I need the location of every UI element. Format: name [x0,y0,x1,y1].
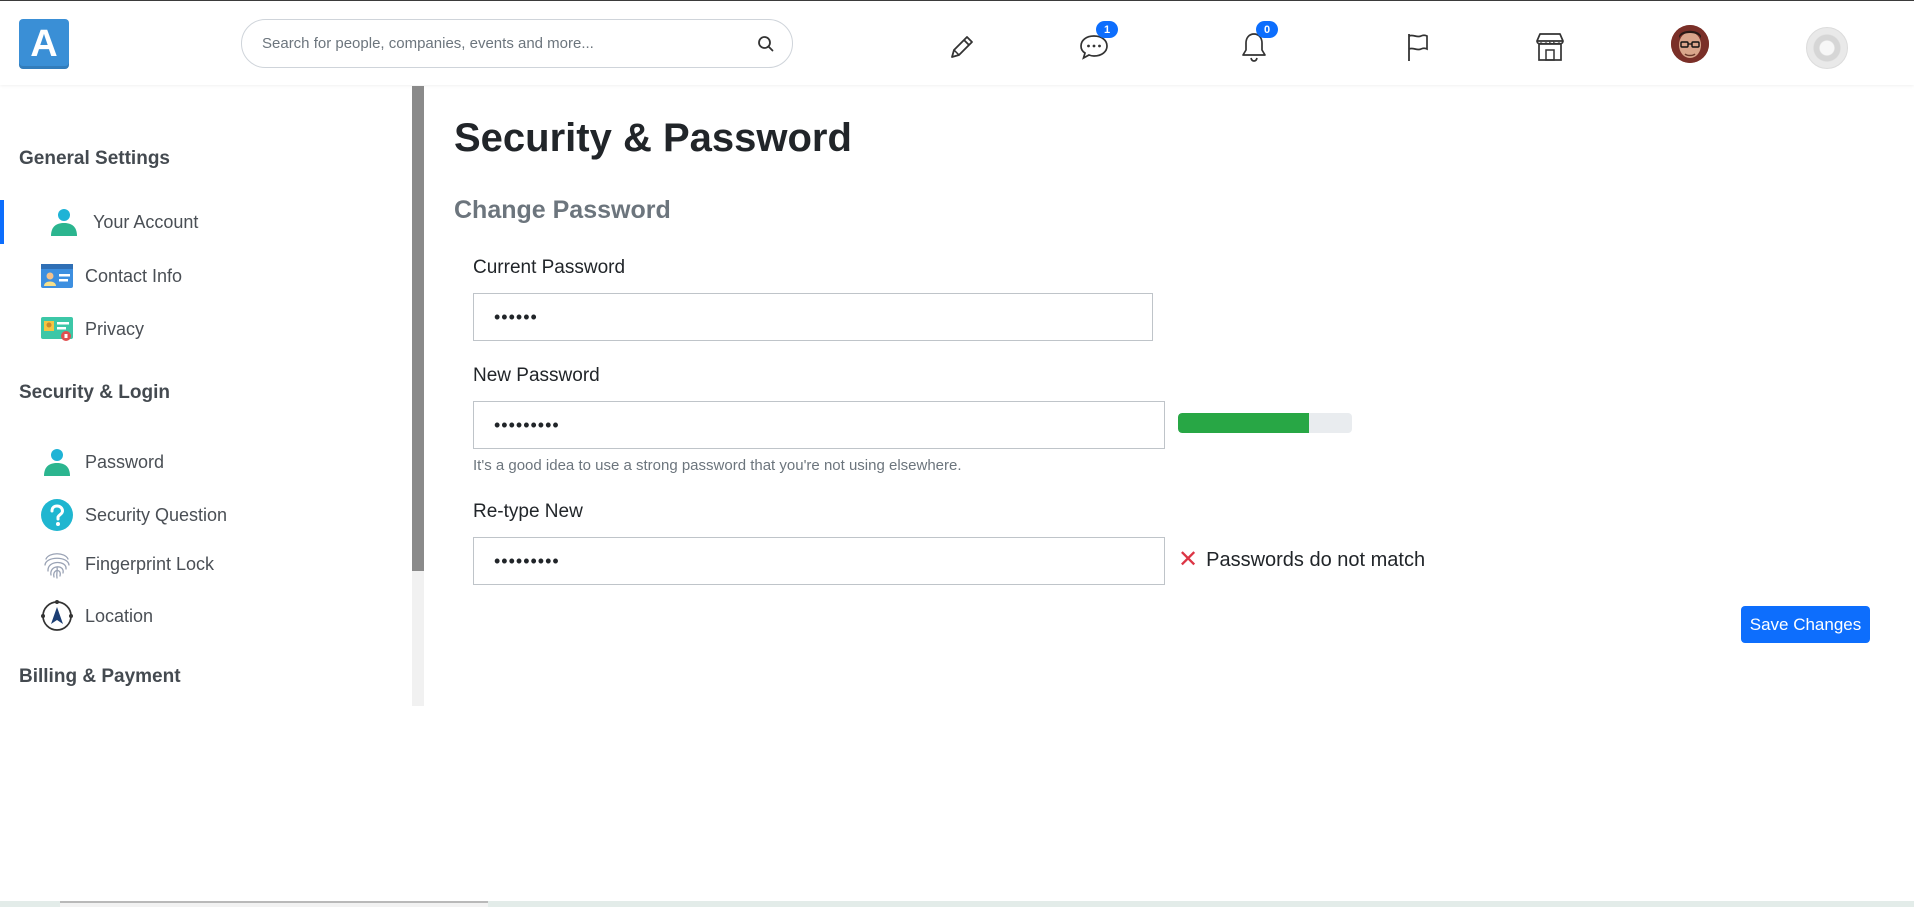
contact-card-icon [40,259,74,293]
sidebar-item-label: Password [85,451,165,472]
fingerprint-icon [40,547,74,581]
retype-password-input[interactable] [473,537,1165,585]
logo-letter: A [30,22,58,65]
sidebar-item-label: Security Question [85,504,228,525]
sidebar-scrollbar-thumb[interactable] [412,86,424,571]
section-title-security-login: Security & Login [19,382,170,403]
sidebar-item-label: Your Account [93,211,199,232]
messages-nav-button[interactable]: 1 [1074,21,1118,67]
notifications-badge: 0 [1256,21,1278,38]
flag-nav-button[interactable] [1397,27,1437,67]
new-password-label: New Password [473,365,600,386]
notifications-nav-button[interactable]: 0 [1234,21,1278,67]
sidebar-item-label: Location [85,605,154,626]
bottom-edge-tab [60,901,488,907]
marketplace-nav-button[interactable] [1530,27,1570,67]
top-navbar: A 1 0 [0,1,1914,85]
user-icon [47,205,81,239]
messages-badge: 1 [1096,21,1118,38]
password-mismatch-message: ✕ Passwords do not match [1178,548,1425,572]
compose-nav-button[interactable] [942,27,982,67]
flag-icon [1408,34,1428,61]
sidebar-item-label: Contact Info [85,265,183,286]
sidebar-item-password[interactable]: Password [0,440,400,484]
store-icon [1536,33,1564,61]
pencil-icon [951,36,973,58]
sidebar-item-location[interactable]: Location [0,594,400,638]
user-avatar[interactable] [1671,25,1709,63]
new-password-input[interactable] [473,401,1165,449]
settings-sidebar: General Settings Your Account Contact In… [0,86,412,706]
page-title: Security & Password [454,116,852,160]
location-compass-icon [40,599,74,633]
user-icon [40,445,74,479]
password-strength-meter [1178,413,1352,433]
sidebar-item-privacy[interactable]: Privacy [0,307,400,351]
search-icon[interactable] [756,34,776,54]
password-strength-fill [1178,413,1309,433]
sidebar-item-your-account[interactable]: Your Account [0,200,400,244]
retype-password-label: Re-type New [473,501,583,522]
current-password-input[interactable] [473,293,1153,341]
sidebar-item-label: Fingerprint Lock [85,553,215,574]
password-hint: It's a good idea to use a strong passwor… [473,457,962,474]
current-password-label: Current Password [473,257,626,278]
account-menu-avatar[interactable] [1806,27,1848,69]
save-changes-button[interactable]: Save Changes [1741,606,1870,643]
mismatch-text: Passwords do not match [1206,548,1426,571]
error-x-icon: ✕ [1178,546,1199,573]
id-card-icon [40,312,74,346]
sidebar-item-fingerprint-lock[interactable]: Fingerprint Lock [0,542,400,586]
question-icon [40,498,74,532]
avatar-photo-icon [1671,25,1709,63]
sidebar-item-contact-info[interactable]: Contact Info [0,254,400,298]
section-title-billing-payment: Billing & Payment [19,666,181,687]
section-title-general-settings: General Settings [19,148,170,169]
section-subtitle: Change Password [454,196,671,224]
sidebar-item-security-question[interactable]: Security Question [0,493,400,537]
app-logo[interactable]: A [19,19,69,69]
search-bar[interactable] [241,19,793,68]
sidebar-item-label: Privacy [85,318,145,339]
search-input[interactable] [262,20,732,67]
